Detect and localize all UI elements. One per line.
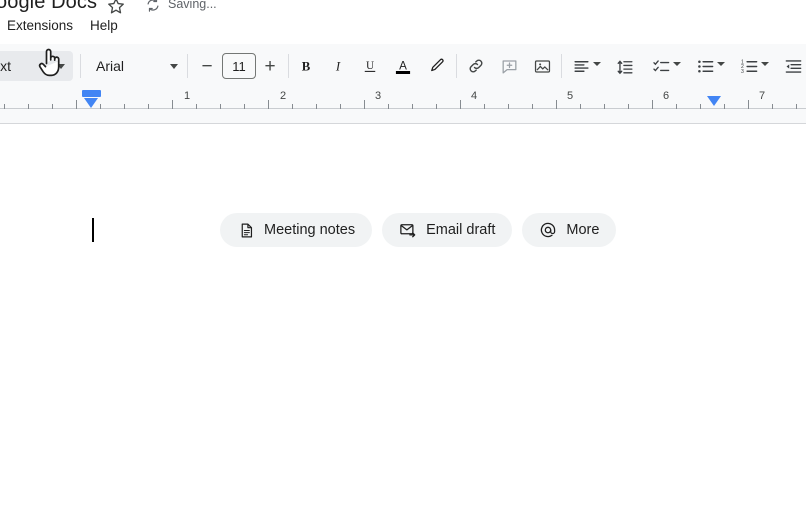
checklist-chevron-down-icon[interactable] [673, 62, 681, 66]
star-outline-icon[interactable] [106, 0, 126, 16]
text-color-button[interactable]: A [389, 52, 417, 80]
ruler-number: 6 [662, 90, 670, 102]
paragraph-style-dropdown[interactable]: mal text [0, 51, 73, 81]
svg-text:3: 3 [740, 69, 743, 75]
ruler-number: 3 [374, 90, 382, 102]
ruler-number: 1 [183, 90, 191, 102]
at-sign-icon [539, 221, 557, 239]
bold-button[interactable]: B [292, 52, 320, 80]
ruler-number: 4 [470, 90, 478, 102]
sync-icon [144, 0, 162, 14]
toolbar-divider [80, 54, 81, 78]
align-button[interactable] [567, 52, 595, 80]
chevron-down-icon [57, 63, 65, 69]
toolbar-divider [187, 54, 188, 78]
add-comment-button[interactable] [495, 52, 523, 80]
svg-text:U: U [366, 60, 374, 72]
italic-button[interactable]: I [324, 52, 352, 80]
font-family-dropdown[interactable]: Arial [88, 51, 186, 81]
ruler-number: 2 [279, 90, 287, 102]
chip-label: Email draft [426, 222, 496, 238]
bulleted-list-button[interactable] [691, 52, 719, 80]
numbered-list-button[interactable]: 1 2 3 [735, 52, 763, 80]
decrease-indent-button[interactable] [779, 52, 806, 80]
svg-text:B: B [302, 60, 311, 74]
toolbar-divider [456, 54, 457, 78]
menu-help[interactable]: Help [84, 16, 124, 35]
left-indent-handle[interactable] [84, 98, 98, 108]
toolbar-divider [561, 54, 562, 78]
document-page[interactable]: Meeting notes Email draft More [0, 125, 806, 509]
smart-suggestion-chips: Meeting notes Email draft More [220, 213, 617, 247]
insert-link-button[interactable] [462, 52, 490, 80]
ruler-baseline [0, 108, 806, 109]
font-family-label: Arial [96, 58, 125, 74]
ruler[interactable]: 1 2 3 4 5 6 7 [0, 88, 806, 124]
ruler-number: 7 [758, 90, 766, 102]
bulleted-list-chevron-down-icon[interactable] [717, 62, 725, 66]
email-send-icon [399, 221, 417, 239]
save-status: Saving... [168, 0, 217, 11]
ruler-number: 5 [566, 90, 574, 102]
chevron-down-icon [170, 63, 178, 69]
font-size-value: 11 [232, 58, 246, 74]
right-indent-marker[interactable] [707, 96, 721, 106]
paragraph-style-label: mal text [0, 58, 12, 74]
document-icon [237, 221, 255, 239]
svg-text:A: A [399, 59, 407, 72]
left-indent-marker[interactable] [82, 90, 101, 110]
insert-image-button[interactable] [528, 52, 556, 80]
align-chevron-down-icon[interactable] [593, 62, 601, 66]
chip-email-draft[interactable]: Email draft [382, 213, 513, 247]
first-line-indent-handle[interactable] [82, 90, 101, 97]
font-size-input[interactable]: 11 [222, 53, 256, 79]
chip-label: Meeting notes [264, 222, 356, 238]
checklist-button[interactable] [647, 52, 675, 80]
numbered-list-chevron-down-icon[interactable] [761, 62, 769, 66]
line-spacing-button[interactable] [611, 52, 639, 80]
chip-meeting-notes[interactable]: Meeting notes [220, 213, 373, 247]
increase-font-size-button[interactable]: + [257, 53, 283, 79]
google-docs-window: oogle Docs Saving... Extensions Help mal… [0, 0, 806, 509]
chip-more[interactable]: More [522, 213, 617, 247]
decrease-font-size-button[interactable]: − [194, 53, 220, 79]
document-canvas[interactable]: Meeting notes Email draft More [0, 125, 806, 509]
menu-extensions[interactable]: Extensions [1, 16, 79, 35]
toolbar-divider [288, 54, 289, 78]
text-caret [92, 218, 94, 242]
underline-button[interactable]: U [356, 52, 384, 80]
chip-label: More [566, 222, 600, 238]
highlight-color-button[interactable] [423, 52, 451, 80]
page-title[interactable]: oogle Docs [0, 0, 97, 14]
svg-text:I: I [335, 60, 341, 74]
